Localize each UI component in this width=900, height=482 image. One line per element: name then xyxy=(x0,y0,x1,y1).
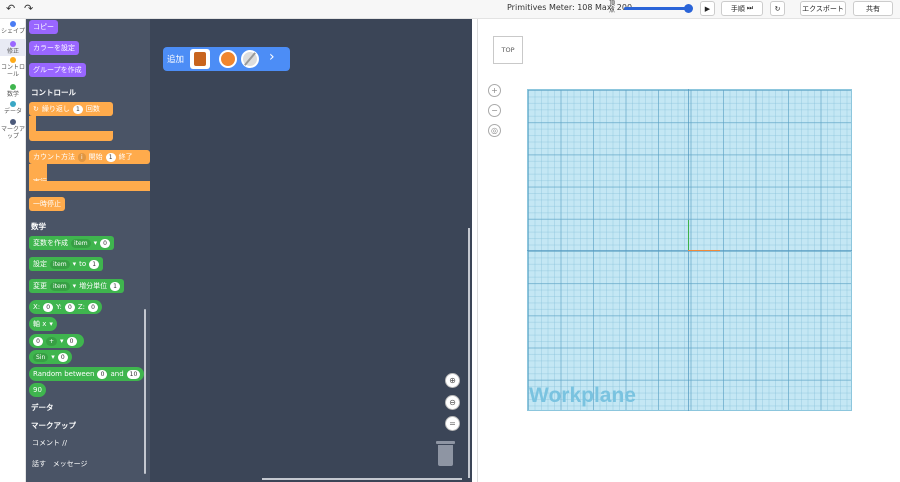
workplane-label: Workplane xyxy=(529,384,636,407)
redo-icon[interactable]: ↷ xyxy=(24,2,33,15)
random-block[interactable]: Random between 0 and 10 xyxy=(29,367,145,381)
workspace-scrollbar-vertical[interactable] xyxy=(468,228,470,478)
y-axis-indicator xyxy=(688,220,689,251)
math-dot-icon xyxy=(10,84,16,90)
category-control[interactable]: コントロール xyxy=(0,57,26,83)
category-modify[interactable]: 修正 xyxy=(0,39,26,56)
arithmetic-block[interactable]: 0 + ▾ 0 xyxy=(29,334,84,348)
zoom-in-icon[interactable]: + xyxy=(488,84,501,97)
category-math[interactable]: 数学 xyxy=(0,84,26,100)
flyout-scrollbar[interactable] xyxy=(144,309,146,474)
category-shapes[interactable]: シェイプ xyxy=(0,21,26,39)
data-header: データ xyxy=(31,403,54,412)
say-block[interactable]: 話す メッセージ xyxy=(32,459,88,469)
block-flyout: コピー カラーを設定 グループを作成 コントロール ↻ 繰り返し 1 回数 カウ… xyxy=(26,19,150,482)
shapes-dot-icon xyxy=(10,21,16,27)
chevron-down-icon: ▾ xyxy=(72,260,77,268)
pause-block[interactable]: 一時停止 xyxy=(29,197,65,211)
repeat-block[interactable]: ↻ 繰り返し 1 回数 xyxy=(29,102,113,116)
top-toolbar: ↶ ↷ Primitives Meter: 108 Max: 200 頂点 ▶ … xyxy=(0,0,900,19)
chevron-down-icon: ▾ xyxy=(93,239,98,247)
cylinder-icon xyxy=(194,52,206,66)
add-shape-block[interactable]: 追加 › xyxy=(163,47,290,71)
data-dot-icon xyxy=(10,101,16,107)
speed-slider-handle[interactable] xyxy=(684,4,693,13)
reset-icon: ↻ xyxy=(774,4,781,13)
chevron-down-icon: ▾ xyxy=(60,337,64,345)
code-workspace[interactable] xyxy=(150,19,472,482)
color-swatch[interactable] xyxy=(219,50,237,68)
hole-toggle-icon[interactable] xyxy=(241,50,259,68)
x-axis-indicator xyxy=(688,250,720,251)
share-button[interactable]: 共有 xyxy=(853,1,893,16)
shape-thumbnail[interactable] xyxy=(190,49,210,69)
speed-slider[interactable] xyxy=(624,7,690,10)
chevron-down-icon: ▾ xyxy=(51,353,55,361)
repeat-icon: ↻ xyxy=(33,105,39,113)
zoom-out-icon[interactable]: − xyxy=(488,104,501,117)
chevron-right-icon[interactable]: › xyxy=(269,49,275,65)
play-button[interactable]: ▶ xyxy=(700,1,715,16)
meter-unit: 頂点 xyxy=(608,0,615,14)
number-block[interactable]: 90 xyxy=(29,383,46,397)
step-label: 手順 xyxy=(730,4,745,13)
category-markup[interactable]: マークアップ xyxy=(0,119,26,145)
xyz-block[interactable]: X: 0 Y: 0 Z: 0 xyxy=(29,300,103,314)
reset-button[interactable]: ↻ xyxy=(770,1,785,16)
zoom-out-icon[interactable]: ⊖ xyxy=(445,395,460,410)
control-header: コントロール xyxy=(31,88,76,97)
viewcube[interactable]: TOP xyxy=(493,36,523,64)
comment-block[interactable]: コメント // xyxy=(32,438,67,448)
trash-icon[interactable] xyxy=(436,441,455,466)
set-variable-block[interactable]: 設定 item ▾ to 1 xyxy=(29,257,104,271)
slash-icon xyxy=(244,52,256,66)
step-icon: ⏭ xyxy=(746,4,754,12)
count-block-footer xyxy=(29,181,150,191)
undo-icon[interactable]: ↶ xyxy=(6,2,15,15)
category-data[interactable]: データ xyxy=(0,101,26,117)
control-dot-icon xyxy=(10,57,16,63)
play-icon: ▶ xyxy=(704,4,711,13)
markup-dot-icon xyxy=(10,119,16,125)
zoom-in-icon[interactable]: ⊕ xyxy=(445,373,460,388)
create-variable-block[interactable]: 変数を作成 item ▾ 0 xyxy=(29,236,115,250)
change-variable-block[interactable]: 変更 item ▾ 増分単位 1 xyxy=(29,279,125,293)
copy-block[interactable]: コピー xyxy=(29,20,58,34)
step-button[interactable]: 手順 ⏭ xyxy=(721,1,763,16)
fit-view-icon[interactable]: ◎ xyxy=(488,124,501,137)
set-color-block[interactable]: カラーを設定 xyxy=(29,41,79,55)
category-rail: シェイプ 修正 コントロール 数学 データ マークアップ xyxy=(0,19,26,482)
chevron-down-icon: ▾ xyxy=(72,282,77,290)
repeat-block-arm xyxy=(29,116,36,131)
zoom-reset-icon[interactable]: = xyxy=(445,416,460,431)
repeat-block-footer xyxy=(29,131,113,141)
sin-block[interactable]: Sin ▾ 0 xyxy=(29,350,72,364)
modify-dot-icon xyxy=(10,41,16,47)
markup-header: マークアップ xyxy=(31,421,76,430)
count-block[interactable]: カウント方法 i 開始 1 終了 xyxy=(29,150,150,164)
axis-block[interactable]: 軸 x ▾ xyxy=(29,317,57,331)
workspace-scrollbar-horizontal[interactable] xyxy=(262,478,462,480)
math-header: 数学 xyxy=(31,222,46,231)
export-button[interactable]: エクスポート xyxy=(800,1,846,16)
create-group-block[interactable]: グループを作成 xyxy=(29,63,86,77)
chevron-down-icon: ▾ xyxy=(49,320,53,328)
add-label: 追加 xyxy=(167,55,185,65)
